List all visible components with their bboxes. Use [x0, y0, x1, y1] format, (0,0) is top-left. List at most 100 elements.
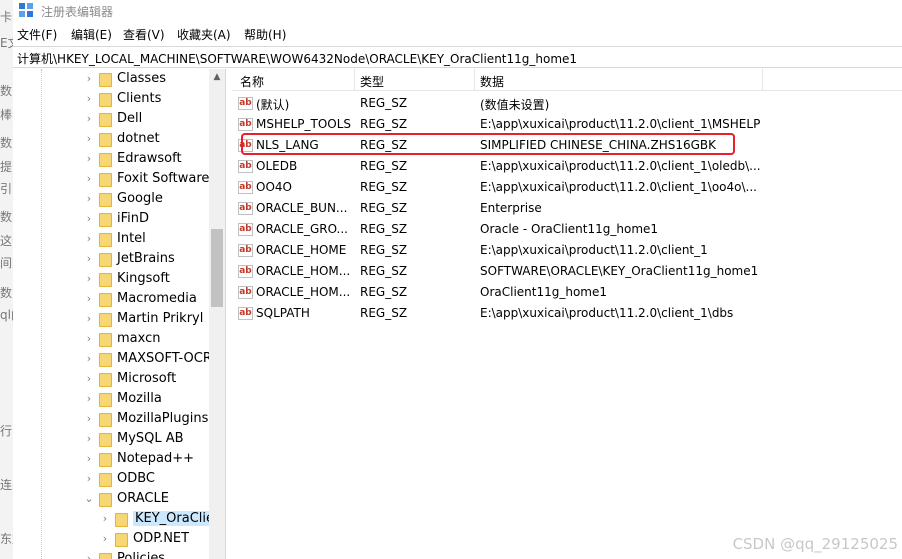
value-name: (默认) [256, 98, 290, 112]
tree-item[interactable]: › dotnet [13, 130, 213, 150]
tree-scrollbar[interactable]: ▲ [209, 69, 225, 559]
column-divider[interactable] [762, 69, 763, 91]
chevron-right-icon[interactable]: › [84, 173, 94, 185]
tree-item[interactable]: › Clients [13, 90, 213, 110]
registry-value-row[interactable]: ab OO4O REG_SZ E:\app\xuxicai\product\11.2.… [232, 177, 902, 198]
registry-value-row[interactable]: ab OLEDB REG_SZ E:\app\xuxicai\product\11.2… [232, 156, 902, 177]
chevron-right-icon[interactable]: › [84, 253, 94, 265]
tree-item-label: MAXSOFT-OCRO [117, 351, 223, 366]
chevron-right-icon[interactable]: › [100, 533, 110, 545]
registry-value-row[interactable]: ab ORACLE_HOM... REG_SZ OraClient11g_home1 [232, 282, 902, 303]
chevron-right-icon[interactable]: › [84, 453, 94, 465]
tree-item[interactable]: › ODBC [13, 470, 213, 490]
tree-item[interactable]: › Foxit Software [13, 170, 213, 190]
tree-item-label: MySQL AB [117, 431, 184, 446]
tree-item[interactable]: ⌄ ORACLE [13, 490, 213, 510]
chevron-right-icon[interactable]: › [84, 273, 94, 285]
value-type: REG_SZ [360, 201, 408, 215]
address-path[interactable]: 计算机\HKEY_LOCAL_MACHINE\SOFTWARE\WOW6432N… [17, 50, 577, 67]
chevron-right-icon[interactable]: › [84, 213, 94, 225]
list-header: 名称 类型 数据 [232, 69, 902, 91]
value-name: ORACLE_HOME [256, 243, 347, 257]
tree-item-label: Classes [117, 71, 166, 86]
tree-item[interactable]: › Intel [13, 230, 213, 250]
tree-item[interactable]: › MySQL AB [13, 430, 213, 450]
value-data: E:\app\xuxicai\product\11.2.0\client_1 [480, 243, 708, 257]
menu-help[interactable]: 帮助(H) [244, 26, 286, 43]
folder-icon [99, 373, 112, 387]
chevron-right-icon[interactable]: › [84, 153, 94, 165]
tree-item[interactable]: › Macromedia [13, 290, 213, 310]
menu-view[interactable]: 查看(V) [123, 26, 165, 43]
menu-edit[interactable]: 编辑(E) [71, 26, 112, 43]
tree-item[interactable]: › iFinD [13, 210, 213, 230]
chevron-right-icon[interactable]: › [84, 393, 94, 405]
value-data: E:\app\xuxicai\product\11.2.0\client_1\o… [480, 180, 757, 194]
chevron-right-icon[interactable]: › [84, 433, 94, 445]
column-header-type[interactable]: 类型 [360, 73, 384, 90]
chevron-right-icon[interactable]: › [84, 113, 94, 125]
tree-item[interactable]: › Notepad++ [13, 450, 213, 470]
chevron-right-icon[interactable]: › [84, 233, 94, 245]
column-divider[interactable] [354, 69, 355, 91]
tree-item[interactable]: › Google [13, 190, 213, 210]
registry-value-row[interactable]: ab ORACLE_GRO... REG_SZ Oracle - OraClient1… [232, 219, 902, 240]
chevron-right-icon[interactable]: › [84, 133, 94, 145]
registry-value-row[interactable]: ab MSHELP_TOOLS REG_SZ E:\app\xuxicai\produ… [232, 114, 902, 135]
tree-item[interactable]: › Classes [13, 70, 213, 90]
scroll-up-arrow-icon[interactable]: ▲ [209, 71, 225, 83]
tree-item[interactable]: › KEY_OraClien [13, 510, 222, 530]
tree-item[interactable]: › Kingsoft [13, 270, 213, 290]
tree-item[interactable]: › Policies [13, 550, 213, 559]
tree-item-label: Policies [117, 551, 166, 559]
chevron-right-icon[interactable]: › [84, 373, 94, 385]
registry-value-row[interactable]: ab ORACLE_BUN... REG_SZ Enterprise [232, 198, 902, 219]
tree-item[interactable]: › Microsoft [13, 370, 213, 390]
background-text-fragment: 行 [0, 424, 13, 438]
registry-value-row[interactable]: ab ORACLE_HOME REG_SZ E:\app\xuxicai\produc… [232, 240, 902, 261]
tree-item[interactable]: › Edrawsoft [13, 150, 213, 170]
menu-favorites[interactable]: 收藏夹(A) [177, 26, 231, 43]
chevron-right-icon[interactable]: › [84, 193, 94, 205]
tree-item[interactable]: › Mozilla [13, 390, 213, 410]
pane-splitter[interactable] [225, 69, 231, 559]
chevron-right-icon[interactable]: › [84, 553, 94, 559]
tree-item[interactable]: › MozillaPlugins [13, 410, 213, 430]
string-value-icon: ab [238, 244, 253, 257]
value-data: SOFTWARE\ORACLE\KEY_OraClient11g_home1 [480, 264, 759, 278]
chevron-down-icon[interactable]: ⌄ [84, 493, 94, 505]
chevron-right-icon[interactable]: › [84, 473, 94, 485]
registry-value-row[interactable]: ab ORACLE_HOM... REG_SZ SOFTWARE\ORACLE\KEY… [232, 261, 902, 282]
tree-item[interactable]: › maxcn [13, 330, 213, 350]
column-header-data[interactable]: 数据 [480, 73, 504, 90]
tree-item[interactable]: › Martin Prikryl [13, 310, 213, 330]
column-header-name[interactable]: 名称 [240, 73, 264, 90]
folder-icon [99, 273, 112, 287]
scroll-thumb[interactable] [211, 229, 223, 307]
column-divider[interactable] [474, 69, 475, 91]
tree-item[interactable]: › Dell [13, 110, 213, 130]
folder-icon [99, 493, 112, 507]
key-tree-pane[interactable]: › Classes › Clients › Dell › dotnet › Edrawsoft › F… [13, 69, 223, 559]
chevron-right-icon[interactable]: › [84, 93, 94, 105]
tree-item[interactable]: › ODP.NET [13, 530, 213, 550]
folder-icon [115, 513, 128, 527]
chevron-right-icon[interactable]: › [100, 513, 110, 525]
tree-item[interactable]: › JetBrains [13, 250, 213, 270]
registry-value-row[interactable]: ab (默认) REG_SZ (数值未设置) [232, 93, 902, 114]
chevron-right-icon[interactable]: › [84, 313, 94, 325]
menu-file[interactable]: 文件(F) [17, 26, 57, 43]
chevron-right-icon[interactable]: › [84, 333, 94, 345]
folder-icon [99, 313, 112, 327]
chevron-right-icon[interactable]: › [84, 293, 94, 305]
address-bar[interactable]: 计算机\HKEY_LOCAL_MACHINE\SOFTWARE\WOW6432N… [13, 46, 902, 68]
tree-item-label: Google [117, 191, 163, 206]
chevron-right-icon[interactable]: › [84, 73, 94, 85]
folder-icon [99, 153, 112, 167]
registry-value-row[interactable]: ab SQLPATH REG_SZ E:\app\xuxicai\product\11… [232, 303, 902, 324]
chevron-right-icon[interactable]: › [84, 413, 94, 425]
tree-item-label: Dell [117, 111, 143, 126]
background-text-fragment: 数 [0, 84, 13, 98]
chevron-right-icon[interactable]: › [84, 353, 94, 365]
tree-item[interactable]: › MAXSOFT-OCRO [13, 350, 222, 370]
